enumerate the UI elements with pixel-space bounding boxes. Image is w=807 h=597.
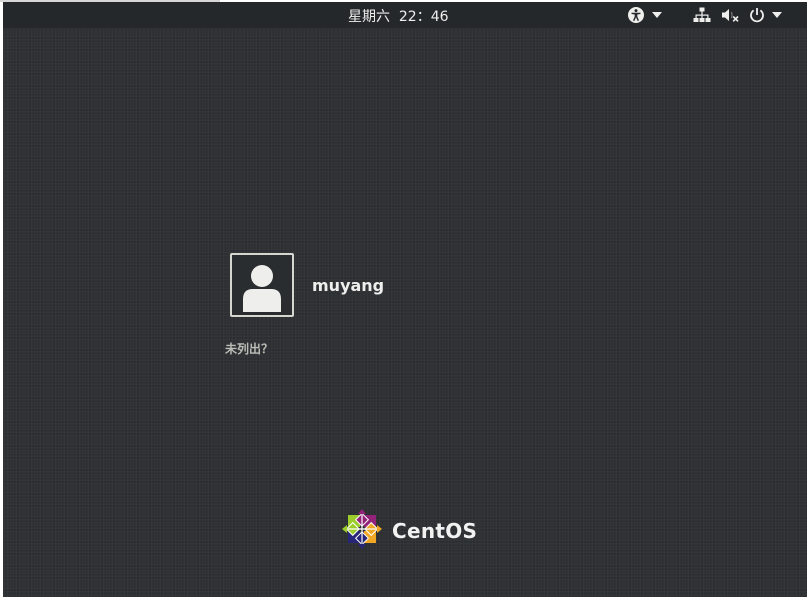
user-list-item[interactable]: muyang [230, 253, 384, 317]
avatar [230, 253, 294, 317]
username-label: muyang [312, 275, 385, 295]
default-avatar-icon [243, 265, 281, 312]
top-bar: 星期六 22：46 [3, 2, 807, 28]
clock[interactable]: 星期六 22：46 [348, 6, 449, 26]
login-screen: 星期六 22：46 muyang 未列出？ CentOS [3, 2, 807, 597]
accessibility-menu[interactable] [627, 6, 662, 24]
chevron-down-icon [652, 12, 662, 18]
chevron-down-icon [772, 12, 782, 18]
volume-muted-icon [721, 6, 739, 24]
distro-branding: CentOS [340, 507, 477, 555]
system-status-menu[interactable] [693, 6, 782, 24]
distro-name: CentOS [392, 519, 478, 543]
power-icon [749, 7, 765, 23]
not-listed-link[interactable]: 未列出？ [225, 340, 273, 357]
network-wired-icon [693, 6, 711, 24]
accessibility-icon [627, 6, 645, 24]
centos-logo-icon [340, 507, 384, 555]
